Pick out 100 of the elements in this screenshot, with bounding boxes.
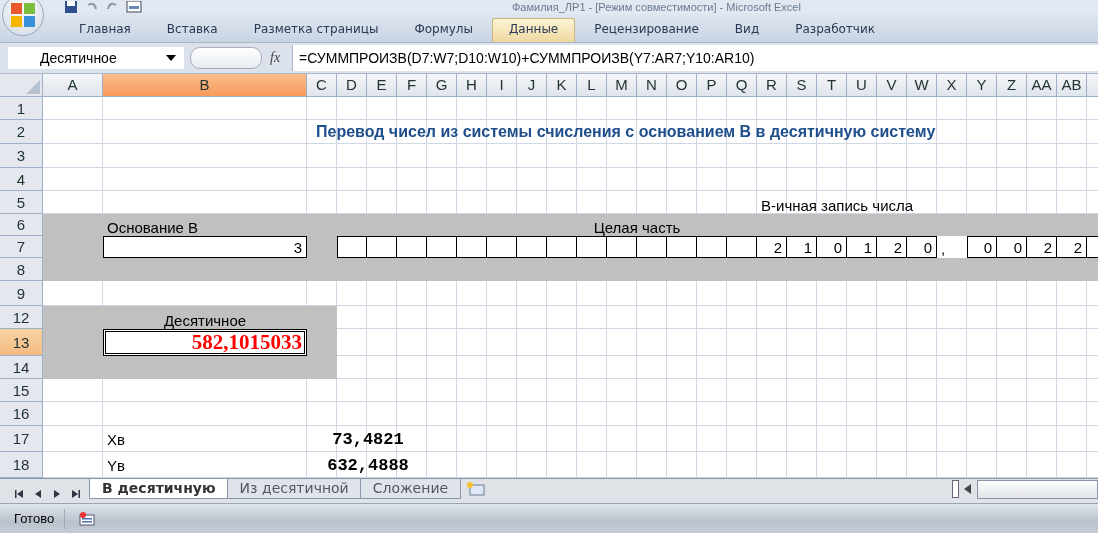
row-header[interactable]: 16 (0, 402, 43, 426)
digit-cell[interactable] (487, 236, 517, 258)
row-header[interactable]: 12 (0, 306, 43, 329)
previous-sheet-icon[interactable] (33, 488, 43, 499)
macro-record-icon[interactable] (79, 512, 96, 526)
ribbon-tab[interactable]: Рецензирование (577, 18, 716, 42)
digit-cell[interactable]: 2 (757, 236, 787, 258)
save-icon[interactable] (64, 1, 78, 13)
row-header[interactable]: 2 (0, 120, 43, 144)
digit-cell[interactable]: 0 (817, 236, 847, 258)
ribbon-tab[interactable]: Формулы (397, 18, 490, 42)
digit-cell[interactable]: 0 (907, 236, 937, 258)
next-sheet-icon[interactable] (52, 488, 62, 499)
column-header[interactable]: O (667, 74, 697, 97)
column-header[interactable]: A (43, 74, 103, 97)
column-header[interactable]: AA (1027, 74, 1057, 97)
digit-cell[interactable]: 2 (1027, 236, 1057, 258)
column-header[interactable]: S (787, 74, 817, 97)
sheet-tab[interactable]: Из десятичной (226, 479, 362, 499)
column-header[interactable]: L (577, 74, 607, 97)
first-sheet-icon[interactable] (14, 488, 24, 499)
row-header[interactable]: 5 (0, 191, 43, 214)
column-header[interactable]: W (907, 74, 937, 97)
ribbon-tab[interactable]: Разметка страницы (236, 18, 396, 42)
variable-value: 632,4888 (326, 454, 410, 477)
column-header[interactable]: J (517, 74, 547, 97)
row-header[interactable]: 4 (0, 168, 43, 191)
column-header[interactable]: C (307, 74, 337, 97)
row-header[interactable]: 17 (0, 426, 43, 452)
column-header[interactable]: B (103, 74, 307, 97)
digit-cell[interactable]: 2 (877, 236, 907, 258)
row-header[interactable]: 15 (0, 379, 43, 402)
column-header[interactable]: G (427, 74, 457, 97)
row-header[interactable]: 18 (0, 452, 43, 478)
column-header[interactable]: Y (967, 74, 997, 97)
office-button[interactable] (2, 0, 44, 36)
column-header[interactable]: T (817, 74, 847, 97)
digit-cell[interactable] (457, 236, 487, 258)
ribbon-tab[interactable]: Вставка (149, 18, 235, 42)
digit-cell[interactable] (397, 236, 427, 258)
column-header[interactable]: U (847, 74, 877, 97)
window-title: Фамилия_ЛР1 - [Режим совместимости] - Microsoft Excel (512, 1, 801, 13)
row-header[interactable]: 6 (0, 214, 43, 236)
ribbon-tab[interactable]: Вид (717, 18, 777, 42)
digit-cell[interactable]: 0 (967, 236, 997, 258)
column-header[interactable]: Q (727, 74, 757, 97)
ribbon-tab[interactable]: Разработчик (778, 18, 892, 42)
row-header[interactable]: 3 (0, 144, 43, 168)
column-header[interactable]: D (337, 74, 367, 97)
digit-cell[interactable] (337, 236, 367, 258)
digit-cell[interactable] (427, 236, 457, 258)
column-header[interactable]: F (397, 74, 427, 97)
digit-cell[interactable]: 1 (847, 236, 877, 258)
row-header[interactable]: 1 (0, 97, 43, 120)
decimal-label: Десятичное (162, 311, 248, 329)
column-header[interactable]: N (637, 74, 667, 97)
digit-cell[interactable] (517, 236, 547, 258)
column-header[interactable]: I (487, 74, 517, 97)
digit-cell[interactable]: 2 (1057, 236, 1087, 258)
column-header[interactable]: E (367, 74, 397, 97)
ribbon-tab[interactable]: Данные (491, 18, 576, 42)
digit-cell[interactable] (607, 236, 637, 258)
split-handle[interactable] (952, 480, 959, 498)
digit-cell[interactable] (637, 236, 667, 258)
sheet-tab[interactable]: В десятичную (89, 479, 229, 499)
column-header[interactable]: V (877, 74, 907, 97)
decimal-result-cell[interactable]: 582,1015033 (103, 329, 307, 356)
digit-cell[interactable] (367, 236, 397, 258)
column-header[interactable]: Z (997, 74, 1027, 97)
digit-cell[interactable]: 1 (787, 236, 817, 258)
scrollbar-thumb[interactable] (977, 479, 1098, 499)
base-input-cell[interactable]: 3 (103, 236, 307, 258)
dropdown-icon (166, 55, 176, 61)
insert-function-button[interactable]: fx (270, 50, 281, 66)
column-header[interactable]: H (457, 74, 487, 97)
corner-triangle-icon (26, 80, 40, 94)
row-header[interactable]: 7 (0, 236, 43, 258)
formula-field[interactable]: =СУММПРОИЗВ(D7:W7;D10:W10)+СУММПРОИЗВ(Y7:AR7;Y10:AR10) (292, 45, 1098, 71)
digit-cell[interactable] (547, 236, 577, 258)
name-box[interactable]: Десятичное (8, 47, 184, 69)
ribbon-tab[interactable]: Главная (62, 18, 148, 42)
column-header[interactable]: M (607, 74, 637, 97)
row-header[interactable]: 8 (0, 258, 43, 281)
row-header[interactable]: 9 (0, 281, 43, 306)
digit-cell[interactable] (727, 236, 757, 258)
column-header[interactable]: AB (1057, 74, 1087, 97)
row-header[interactable]: 14 (0, 356, 43, 379)
column-header[interactable]: X (937, 74, 967, 97)
column-header[interactable]: P (697, 74, 727, 97)
column-header[interactable]: K (547, 74, 577, 97)
digit-cell[interactable] (667, 236, 697, 258)
row-header[interactable]: 13 (0, 329, 43, 356)
sheet-tab[interactable]: Сложение (359, 479, 462, 499)
last-sheet-icon[interactable] (71, 488, 81, 499)
column-header[interactable]: R (757, 74, 787, 97)
digit-cell[interactable] (697, 236, 727, 258)
digit-cell[interactable]: 0 (997, 236, 1027, 258)
digit-cell[interactable] (577, 236, 607, 258)
formula-bar-handle[interactable] (190, 47, 262, 69)
form-icon[interactable] (126, 1, 142, 13)
